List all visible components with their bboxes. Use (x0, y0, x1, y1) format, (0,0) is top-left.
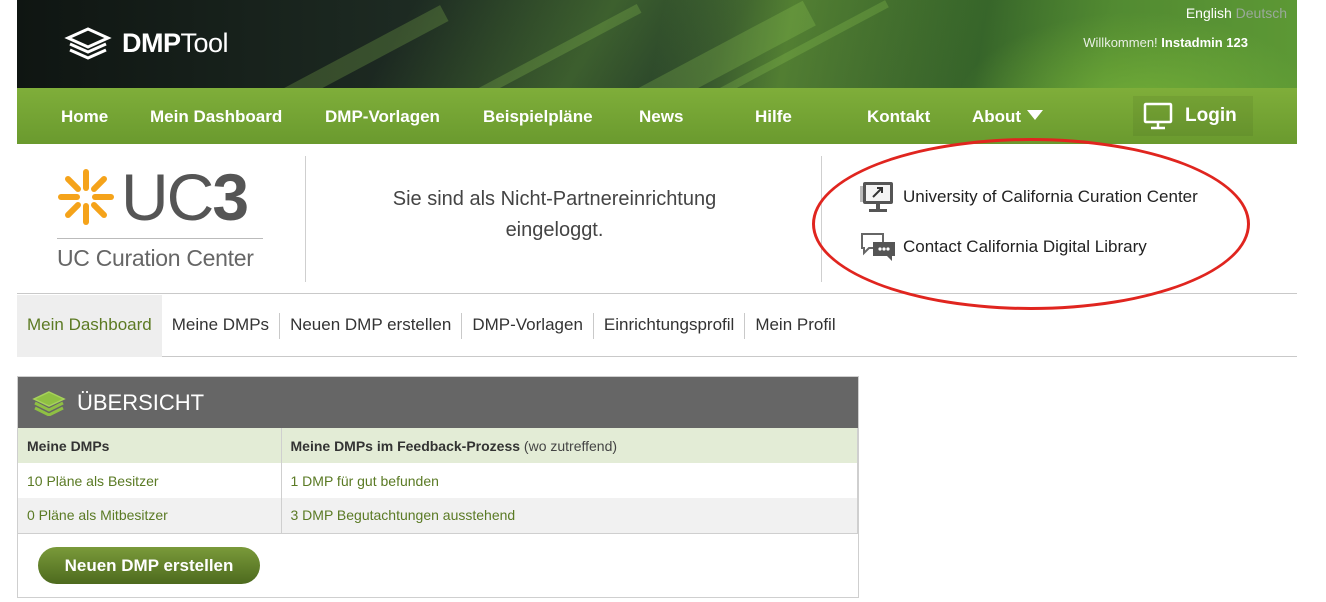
subnav-create-dmp[interactable]: Neuen DMP erstellen (280, 295, 461, 357)
column-header-my-dmps: Meine DMPs (18, 428, 282, 463)
uc3-subtitle: UC Curation Center (57, 245, 254, 271)
cell-coowner-plans[interactable]: 0 Pläne als Mitbesitzer (18, 498, 282, 534)
nav-about[interactable]: About (972, 88, 1044, 144)
stack-layers-icon (64, 27, 112, 60)
nav-dashboard[interactable]: Mein Dashboard (150, 88, 282, 144)
subnav-my-profile[interactable]: Mein Profil (745, 295, 845, 357)
welcome-prefix: Willkommen! (1083, 35, 1158, 50)
column-header-feedback: Meine DMPs im Feedback-Prozess (wo zutre… (281, 428, 858, 463)
nav-templates[interactable]: DMP-Vorlagen (325, 88, 440, 144)
subnav-my-dmps[interactable]: Meine DMPs (162, 295, 279, 357)
cell-pending-reviews[interactable]: 3 DMP Begutachtungen ausstehend (281, 498, 858, 534)
nav-help[interactable]: Hilfe (755, 88, 792, 144)
highlight-oval (812, 138, 1250, 310)
page: DMPTool English Deutsch Willkommen! Inst… (0, 0, 1326, 602)
monitor-icon (1143, 102, 1173, 130)
dashboard-subnav: Mein Dashboard Meine DMPs Neuen DMP erst… (17, 294, 1297, 357)
uc3-logo[interactable]: UC3 UC Curation Center (57, 164, 267, 274)
institution-strip: UC3 UC Curation Center Sie sind als Nich… (17, 138, 1297, 310)
main-nav: Home Mein Dashboard DMP-Vorlagen Beispie… (17, 88, 1297, 144)
partner-status: Sie sind als Nicht-Partnereinrichtung ei… (357, 184, 752, 246)
nav-contact[interactable]: Kontakt (867, 88, 930, 144)
create-dmp-button[interactable]: Neuen DMP erstellen (38, 547, 260, 584)
language-english[interactable]: English (1186, 5, 1232, 21)
login-button[interactable]: Login (1133, 96, 1253, 136)
nav-sample-plans[interactable]: Beispielpläne (483, 88, 593, 144)
subnav-dashboard[interactable]: Mein Dashboard (17, 294, 162, 357)
caret-down-icon (1027, 110, 1044, 120)
login-label: Login (1185, 105, 1237, 126)
uc3-wordmark: UC3 (121, 160, 249, 234)
welcome-message: Willkommen! Instadmin 123 (1083, 35, 1248, 50)
user-name[interactable]: Instadmin 123 (1161, 35, 1248, 50)
cell-approved[interactable]: 1 DMP für gut befunden (281, 463, 858, 498)
nav-news[interactable]: News (639, 88, 683, 144)
overview-title: ÜBERSICHT (77, 389, 205, 415)
language-deutsch[interactable]: Deutsch (1236, 5, 1287, 21)
header-banner: DMPTool English Deutsch Willkommen! Inst… (17, 0, 1297, 88)
cell-owner-plans[interactable]: 10 Pläne als Besitzer (18, 463, 282, 498)
partner-status-line2: eingeloggt. (505, 219, 604, 241)
nav-home[interactable]: Home (61, 88, 108, 144)
sunburst-icon (58, 169, 114, 225)
stack-layers-icon (32, 390, 66, 416)
subnav-institution-profile[interactable]: Einrichtungsprofil (594, 295, 744, 357)
divider (305, 156, 306, 282)
dmptool-logo[interactable]: DMPTool (62, 26, 229, 60)
language-switcher: English Deutsch (1186, 5, 1287, 21)
partner-status-line1: Sie sind als Nicht-Partnereinrichtung (392, 188, 717, 210)
brand-name: DMPTool (122, 27, 229, 58)
subnav-templates[interactable]: DMP-Vorlagen (462, 295, 593, 357)
overview-header: ÜBERSICHT (18, 377, 858, 428)
nav-about-label: About (972, 107, 1022, 126)
overview-panel: ÜBERSICHT Meine DMPs Meine DMPs im Feedb… (17, 376, 859, 598)
overview-table: Meine DMPs Meine DMPs im Feedback-Prozes… (18, 428, 858, 534)
